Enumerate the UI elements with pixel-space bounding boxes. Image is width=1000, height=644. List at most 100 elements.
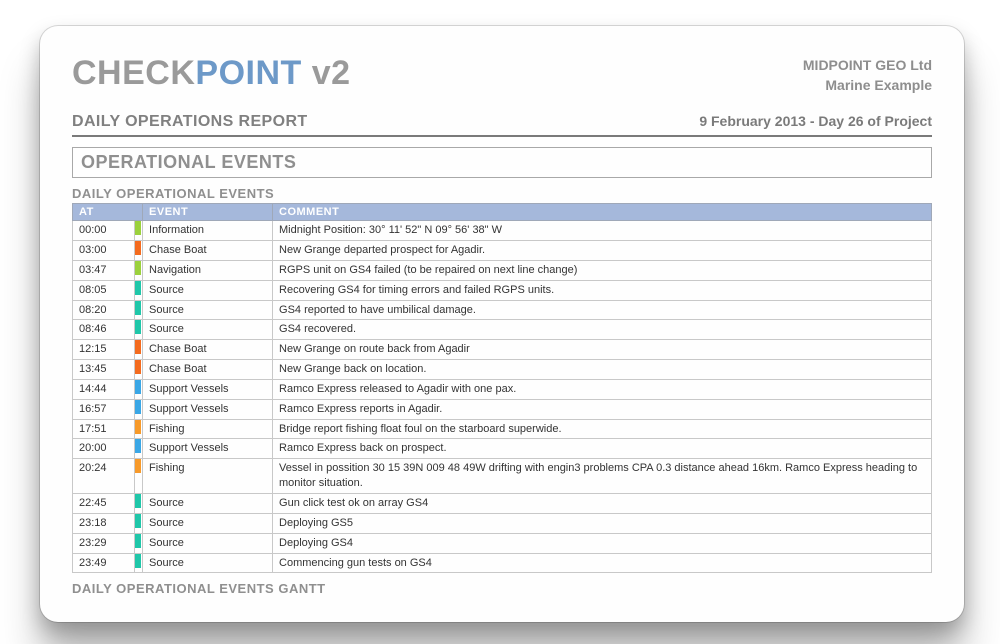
cell-at: 17:51	[73, 419, 135, 439]
event-color-chip	[135, 379, 143, 399]
cell-event: Source	[143, 513, 273, 533]
cell-event: Source	[143, 300, 273, 320]
event-color-chip	[135, 280, 143, 300]
cell-event: Navigation	[143, 260, 273, 280]
cell-at: 20:00	[73, 439, 135, 459]
cell-at: 23:29	[73, 533, 135, 553]
header-row: CHECKPOINT v2 MIDPOINT GEO Ltd Marine Ex…	[72, 56, 932, 95]
logo-seg3: v2	[302, 54, 351, 92]
cell-at: 14:44	[73, 379, 135, 399]
cell-event: Chase Boat	[143, 360, 273, 380]
cell-comment: Gun click test ok on array GS4	[273, 494, 932, 514]
table-row: 08:05 SourceRecovering GS4 for timing err…	[73, 280, 932, 300]
cell-at: 16:57	[73, 399, 135, 419]
event-color-chip	[135, 221, 143, 241]
logo-seg1: CHECK	[72, 54, 195, 92]
table-row: 03:00 Chase BoatNew Grange departed prosp…	[73, 241, 932, 261]
event-color-chip	[135, 419, 143, 439]
subsection-title: DAILY OPERATIONAL EVENTS	[72, 186, 932, 201]
cell-at: 08:20	[73, 300, 135, 320]
gantt-title: DAILY OPERATIONAL EVENTS GANTT	[72, 581, 932, 596]
cell-at: 23:49	[73, 553, 135, 573]
event-color-chip	[135, 553, 143, 573]
logo-seg2: POINT	[195, 54, 301, 92]
cell-at: 22:45	[73, 494, 135, 514]
report-date: 9 February 2013 - Day 26 of Project	[699, 113, 932, 129]
table-row: 13:45 Chase BoatNew Grange back on locati…	[73, 360, 932, 380]
table-header-row: AT EVENT COMMENT	[73, 204, 932, 221]
event-color-chip	[135, 360, 143, 380]
table-row: 23:49 SourceCommencing gun tests on GS4	[73, 553, 932, 573]
event-color-chip	[135, 241, 143, 261]
cell-comment: Vessel in possition 30 15 39N 009 48 49W…	[273, 459, 932, 494]
table-row: 22:45 SourceGun click test ok on array GS…	[73, 494, 932, 514]
table-row: 16:57 Support VesselsRamco Express report…	[73, 399, 932, 419]
cell-at: 03:47	[73, 260, 135, 280]
cell-at: 08:05	[73, 280, 135, 300]
cell-comment: Ramco Express released to Agadir with on…	[273, 379, 932, 399]
event-color-chip	[135, 533, 143, 553]
table-row: 20:24FishingVessel in possition 30 15 39…	[73, 459, 932, 494]
cell-at: 03:00	[73, 241, 135, 261]
client-name: MIDPOINT GEO Ltd	[803, 56, 932, 76]
cell-comment: Ramco Express reports in Agadir.	[273, 399, 932, 419]
cell-at: 23:18	[73, 513, 135, 533]
cell-comment: GS4 recovered.	[273, 320, 932, 340]
event-color-chip	[135, 340, 143, 360]
event-color-chip	[135, 320, 143, 340]
cell-event: Source	[143, 280, 273, 300]
table-row: 08:20 SourceGS4 reported to have umbilica…	[73, 300, 932, 320]
cell-event: Support Vessels	[143, 399, 273, 419]
cell-comment: GS4 reported to have umbilical damage.	[273, 300, 932, 320]
table-row: 23:18 SourceDeploying GS5	[73, 513, 932, 533]
cell-at: 00:00	[73, 221, 135, 241]
event-color-chip	[135, 459, 143, 494]
cell-event: Fishing	[143, 459, 273, 494]
cell-event: Support Vessels	[143, 379, 273, 399]
cell-event: Support Vessels	[143, 439, 273, 459]
cell-event: Source	[143, 553, 273, 573]
cell-comment: Midnight Position: 30° 11' 52" N 09° 56'…	[273, 221, 932, 241]
cell-comment: New Grange back on location.	[273, 360, 932, 380]
cell-at: 20:24	[73, 459, 135, 494]
cell-comment: Commencing gun tests on GS4	[273, 553, 932, 573]
table-row: 23:29 SourceDeploying GS4	[73, 533, 932, 553]
cell-comment: New Grange departed prospect for Agadir.	[273, 241, 932, 261]
cell-comment: Deploying GS5	[273, 513, 932, 533]
table-row: 14:44 Support VesselsRamco Express releas…	[73, 379, 932, 399]
event-color-chip	[135, 260, 143, 280]
cell-event: Information	[143, 221, 273, 241]
report-page: CHECKPOINT v2 MIDPOINT GEO Ltd Marine Ex…	[40, 26, 964, 622]
cell-at: 13:45	[73, 360, 135, 380]
cell-at: 12:15	[73, 340, 135, 360]
section-title-box: OPERATIONAL EVENTS	[72, 147, 932, 178]
cell-at: 08:46	[73, 320, 135, 340]
event-color-chip	[135, 300, 143, 320]
cell-comment: Deploying GS4	[273, 533, 932, 553]
section-title: OPERATIONAL EVENTS	[81, 152, 923, 173]
cell-event: Source	[143, 533, 273, 553]
cell-comment: New Grange on route back from Agadir	[273, 340, 932, 360]
client-block: MIDPOINT GEO Ltd Marine Example	[803, 56, 932, 95]
events-table: AT EVENT COMMENT 00:00 InformationMidnigh…	[72, 203, 932, 573]
cell-event: Source	[143, 494, 273, 514]
report-title: DAILY OPERATIONS REPORT	[72, 113, 308, 131]
app-logo: CHECKPOINT v2	[72, 56, 351, 90]
table-row: 20:00 Support VesselsRamco Express back o…	[73, 439, 932, 459]
cell-comment: RGPS unit on GS4 failed (to be repaired …	[273, 260, 932, 280]
event-color-chip	[135, 494, 143, 514]
cell-event: Chase Boat	[143, 340, 273, 360]
cell-event: Source	[143, 320, 273, 340]
table-row: 17:51FishingBridge report fishing float …	[73, 419, 932, 439]
cell-event: Fishing	[143, 419, 273, 439]
col-header-comment: COMMENT	[273, 204, 932, 221]
table-row: 00:00 InformationMidnight Position: 30° 1…	[73, 221, 932, 241]
header-rule	[72, 135, 932, 137]
event-color-chip	[135, 399, 143, 419]
cell-comment: Recovering GS4 for timing errors and fai…	[273, 280, 932, 300]
event-color-chip	[135, 513, 143, 533]
cell-comment: Ramco Express back on prospect.	[273, 439, 932, 459]
event-color-chip	[135, 439, 143, 459]
table-row: 12:15 Chase BoatNew Grange on route back …	[73, 340, 932, 360]
cell-event: Chase Boat	[143, 241, 273, 261]
